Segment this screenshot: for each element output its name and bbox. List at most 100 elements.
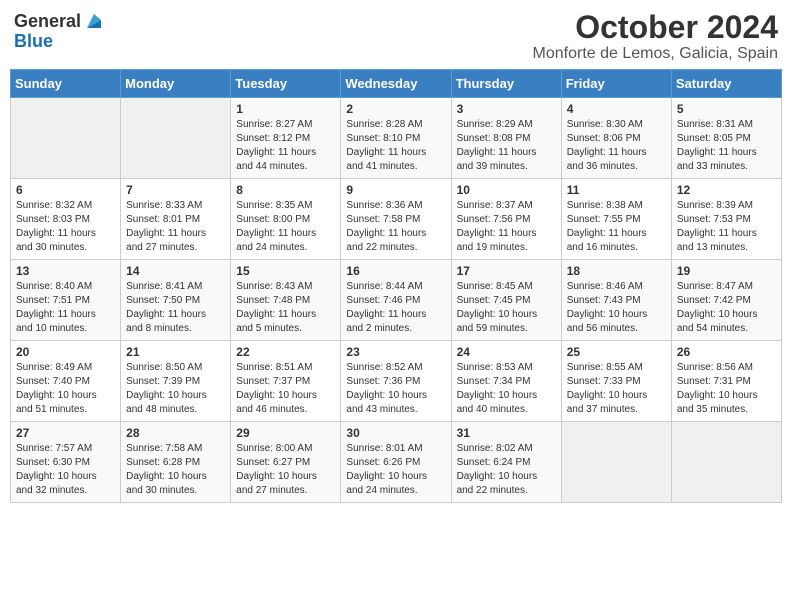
calendar-day-cell: 6 Sunrise: 8:32 AM Sunset: 8:03 PM Daylig… (11, 179, 121, 260)
calendar-day-cell: 1 Sunrise: 8:27 AM Sunset: 8:12 PM Daylig… (231, 98, 341, 179)
day-number: 19 (677, 264, 776, 278)
day-info: Sunrise: 8:47 AM Sunset: 7:42 PM Dayligh… (677, 280, 776, 336)
day-number: 22 (236, 345, 335, 359)
logo-blue-text: Blue (14, 32, 53, 50)
day-info: Sunrise: 8:53 AM Sunset: 7:34 PM Dayligh… (457, 361, 556, 417)
calendar-week-row: 6 Sunrise: 8:32 AM Sunset: 8:03 PM Daylig… (11, 179, 782, 260)
day-info: Sunrise: 7:58 AM Sunset: 6:28 PM Dayligh… (126, 442, 225, 498)
calendar-day-cell: 3 Sunrise: 8:29 AM Sunset: 8:08 PM Daylig… (451, 98, 561, 179)
day-info: Sunrise: 8:28 AM Sunset: 8:10 PM Dayligh… (346, 118, 445, 174)
page-header: General Blue October 2024 Monforte de Le… (10, 10, 782, 63)
day-info: Sunrise: 8:30 AM Sunset: 8:06 PM Dayligh… (567, 118, 666, 174)
weekday-header-cell: Wednesday (341, 70, 451, 98)
day-number: 9 (346, 183, 445, 197)
day-number: 21 (126, 345, 225, 359)
day-info: Sunrise: 8:50 AM Sunset: 7:39 PM Dayligh… (126, 361, 225, 417)
day-info: Sunrise: 7:57 AM Sunset: 6:30 PM Dayligh… (16, 442, 115, 498)
calendar-day-cell: 28Sunrise: 7:58 AM Sunset: 6:28 PM Dayli… (121, 422, 231, 503)
day-number: 26 (677, 345, 776, 359)
day-number: 8 (236, 183, 335, 197)
day-info: Sunrise: 8:56 AM Sunset: 7:31 PM Dayligh… (677, 361, 776, 417)
calendar-day-cell: 10 Sunrise: 8:37 AM Sunset: 7:56 PM Dayli… (451, 179, 561, 260)
calendar-day-cell: 17 Sunrise: 8:45 AM Sunset: 7:45 PM Dayli… (451, 260, 561, 341)
calendar-day-cell: 4 Sunrise: 8:30 AM Sunset: 8:06 PM Daylig… (561, 98, 671, 179)
calendar-week-row: 27 Sunrise: 7:57 AM Sunset: 6:30 PM Dayli… (11, 422, 782, 503)
day-info: Sunrise: 8:55 AM Sunset: 7:33 PM Dayligh… (567, 361, 666, 417)
day-info: Sunrise: 8:01 AM Sunset: 6:26 PM Dayligh… (346, 442, 445, 498)
day-number: 13 (16, 264, 115, 278)
day-number: 10 (457, 183, 556, 197)
day-info: Sunrise: 8:33 AM Sunset: 8:01 PM Dayligh… (126, 199, 225, 255)
calendar-day-cell: 27 Sunrise: 7:57 AM Sunset: 6:30 PM Dayli… (11, 422, 121, 503)
day-info: Sunrise: 8:35 AM Sunset: 8:00 PM Dayligh… (236, 199, 335, 255)
calendar-week-row: 13Sunrise: 8:40 AM Sunset: 7:51 PM Dayli… (11, 260, 782, 341)
calendar-day-cell: 25 Sunrise: 8:55 AM Sunset: 7:33 PM Dayli… (561, 341, 671, 422)
day-info: Sunrise: 8:51 AM Sunset: 7:37 PM Dayligh… (236, 361, 335, 417)
day-number: 15 (236, 264, 335, 278)
calendar-day-cell: 5 Sunrise: 8:31 AM Sunset: 8:05 PM Daylig… (671, 98, 781, 179)
day-number: 29 (236, 426, 335, 440)
logo-general-text: General (14, 12, 81, 30)
day-info: Sunrise: 8:31 AM Sunset: 8:05 PM Dayligh… (677, 118, 776, 174)
day-info: Sunrise: 8:52 AM Sunset: 7:36 PM Dayligh… (346, 361, 445, 417)
day-number: 23 (346, 345, 445, 359)
day-number: 1 (236, 102, 335, 116)
calendar-day-cell: 7 Sunrise: 8:33 AM Sunset: 8:01 PM Daylig… (121, 179, 231, 260)
calendar-day-cell: 14 Sunrise: 8:41 AM Sunset: 7:50 PM Dayli… (121, 260, 231, 341)
day-info: Sunrise: 8:38 AM Sunset: 7:55 PM Dayligh… (567, 199, 666, 255)
day-number: 20 (16, 345, 115, 359)
day-number: 25 (567, 345, 666, 359)
calendar-day-cell: 31 Sunrise: 8:02 AM Sunset: 6:24 PM Dayli… (451, 422, 561, 503)
calendar-day-cell: 13Sunrise: 8:40 AM Sunset: 7:51 PM Dayli… (11, 260, 121, 341)
weekday-header-cell: Sunday (11, 70, 121, 98)
day-number: 3 (457, 102, 556, 116)
calendar-day-cell: 8 Sunrise: 8:35 AM Sunset: 8:00 PM Daylig… (231, 179, 341, 260)
day-info: Sunrise: 8:41 AM Sunset: 7:50 PM Dayligh… (126, 280, 225, 336)
day-info: Sunrise: 8:39 AM Sunset: 7:53 PM Dayligh… (677, 199, 776, 255)
weekday-header-row: SundayMondayTuesdayWednesdayThursdayFrid… (11, 70, 782, 98)
calendar-day-cell (121, 98, 231, 179)
day-number: 24 (457, 345, 556, 359)
day-info: Sunrise: 8:44 AM Sunset: 7:46 PM Dayligh… (346, 280, 445, 336)
weekday-header-cell: Monday (121, 70, 231, 98)
day-info: Sunrise: 8:32 AM Sunset: 8:03 PM Dayligh… (16, 199, 115, 255)
logo-icon (83, 10, 105, 32)
day-number: 30 (346, 426, 445, 440)
day-number: 6 (16, 183, 115, 197)
day-info: Sunrise: 8:02 AM Sunset: 6:24 PM Dayligh… (457, 442, 556, 498)
calendar-week-row: 1 Sunrise: 8:27 AM Sunset: 8:12 PM Daylig… (11, 98, 782, 179)
calendar-day-cell: 18Sunrise: 8:46 AM Sunset: 7:43 PM Dayli… (561, 260, 671, 341)
calendar-day-cell (561, 422, 671, 503)
calendar-day-cell: 29 Sunrise: 8:00 AM Sunset: 6:27 PM Dayli… (231, 422, 341, 503)
calendar-day-cell: 15Sunrise: 8:43 AM Sunset: 7:48 PM Dayli… (231, 260, 341, 341)
day-info: Sunrise: 8:46 AM Sunset: 7:43 PM Dayligh… (567, 280, 666, 336)
calendar-day-cell: 12 Sunrise: 8:39 AM Sunset: 7:53 PM Dayli… (671, 179, 781, 260)
day-number: 4 (567, 102, 666, 116)
weekday-header-cell: Saturday (671, 70, 781, 98)
calendar-day-cell: 26 Sunrise: 8:56 AM Sunset: 7:31 PM Dayli… (671, 341, 781, 422)
calendar-day-cell: 9Sunrise: 8:36 AM Sunset: 7:58 PM Daylig… (341, 179, 451, 260)
day-info: Sunrise: 8:00 AM Sunset: 6:27 PM Dayligh… (236, 442, 335, 498)
day-number: 31 (457, 426, 556, 440)
day-info: Sunrise: 8:37 AM Sunset: 7:56 PM Dayligh… (457, 199, 556, 255)
calendar-day-cell (11, 98, 121, 179)
day-number: 5 (677, 102, 776, 116)
day-info: Sunrise: 8:29 AM Sunset: 8:08 PM Dayligh… (457, 118, 556, 174)
day-number: 16 (346, 264, 445, 278)
calendar-week-row: 20 Sunrise: 8:49 AM Sunset: 7:40 PM Dayli… (11, 341, 782, 422)
calendar-day-cell (671, 422, 781, 503)
day-number: 17 (457, 264, 556, 278)
day-number: 12 (677, 183, 776, 197)
day-info: Sunrise: 8:49 AM Sunset: 7:40 PM Dayligh… (16, 361, 115, 417)
title-block: October 2024 Monforte de Lemos, Galicia,… (533, 10, 778, 63)
day-info: Sunrise: 8:45 AM Sunset: 7:45 PM Dayligh… (457, 280, 556, 336)
day-info: Sunrise: 8:27 AM Sunset: 8:12 PM Dayligh… (236, 118, 335, 174)
day-number: 27 (16, 426, 115, 440)
day-number: 11 (567, 183, 666, 197)
location-title: Monforte de Lemos, Galicia, Spain (533, 45, 778, 63)
calendar-day-cell: 21 Sunrise: 8:50 AM Sunset: 7:39 PM Dayli… (121, 341, 231, 422)
day-number: 14 (126, 264, 225, 278)
weekday-header-cell: Thursday (451, 70, 561, 98)
day-number: 7 (126, 183, 225, 197)
month-title: October 2024 (533, 10, 778, 45)
